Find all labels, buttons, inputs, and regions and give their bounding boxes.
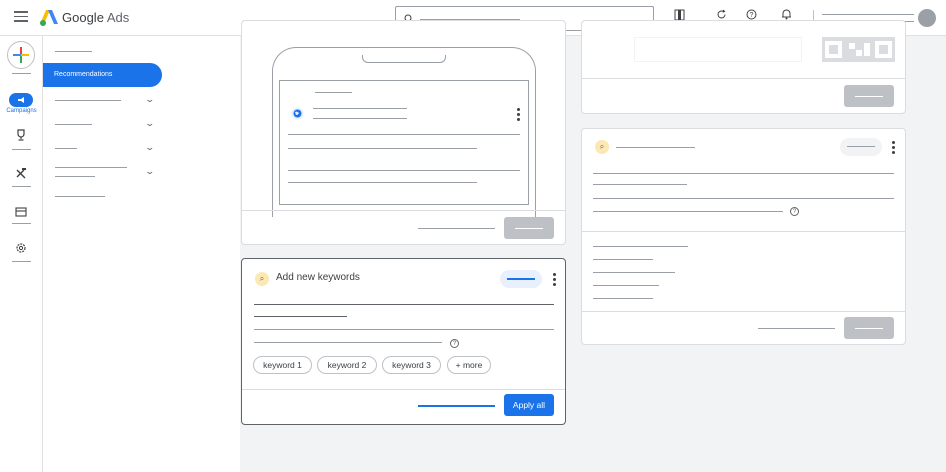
ad-preview-card [241,20,566,245]
globe-icon [291,107,304,120]
search-icon: ⌕ [255,272,269,286]
phone-speaker [362,55,446,63]
more-icon[interactable] [553,273,557,288]
navigation-rail: Campaigns [0,36,43,472]
apply-button[interactable] [844,317,894,339]
more-icon[interactable] [892,141,896,156]
account-name[interactable] [822,14,914,15]
more-keywords-chip[interactable]: + more [447,356,491,374]
add-keywords-card: ⌕ Add new keywords ? keyword 1 keyword 2… [241,258,566,425]
avatar[interactable] [918,9,936,27]
brand-name: Google Ads [62,10,130,25]
help-icon: ? [746,9,756,20]
card-title: Add new keywords [276,272,360,283]
chevron-down-icon[interactable]: ⌄ [144,118,155,129]
trophy-icon[interactable] [12,129,30,144]
apply-all-button[interactable]: Apply all [504,394,554,416]
recommendation-card: ⌕ ? [581,128,906,345]
campaigns-button[interactable] [9,93,33,107]
billing-icon[interactable] [12,206,30,220]
apply-button[interactable] [504,217,554,239]
ad-preview [279,80,529,205]
more-icon[interactable] [517,108,521,123]
nav-item[interactable] [55,148,77,149]
search-icon: ⌕ [595,140,609,154]
help-icon[interactable]: ? [790,207,799,216]
status-badge [500,270,542,288]
dismiss-link[interactable] [418,228,495,229]
help-icon[interactable]: ? [450,339,459,348]
nav-item[interactable] [55,124,92,125]
gear-icon[interactable] [12,242,30,257]
campaigns-label: Campaigns [6,108,37,114]
nav-item[interactable] [55,100,121,101]
image-placeholder [634,37,802,62]
chevron-down-icon[interactable]: ⌄ [144,94,155,105]
nav-item[interactable] [55,196,105,197]
tools-icon[interactable] [12,167,30,182]
secondary-navigation: Recommendations ⌄ ⌄ ⌄ ⌄ [43,36,240,472]
plus-icon [13,47,29,63]
keyword-chip[interactable]: keyword 2 [317,356,377,374]
recommendation-card [581,20,906,114]
megaphone-icon [17,97,24,103]
google-ads-logo-icon [40,10,58,26]
apply-button[interactable] [844,85,894,107]
chevron-down-icon[interactable]: ⌄ [144,166,155,177]
nav-item-recommendations[interactable]: Recommendations [43,63,162,87]
view-link[interactable] [418,405,495,407]
bell-icon [781,9,791,20]
nav-item[interactable] [55,167,127,168]
chevron-down-icon[interactable]: ⌄ [144,142,155,153]
svg-text:?: ? [749,12,753,19]
keyword-chip[interactable]: keyword 1 [253,356,312,374]
refresh-icon [717,9,725,19]
status-badge [840,138,882,156]
menu-icon[interactable] [14,11,28,25]
create-button[interactable] [7,41,35,69]
dismiss-link[interactable] [758,328,835,329]
keyword-chip[interactable]: keyword 3 [382,356,441,374]
image-thumbnail-icon [822,37,895,62]
